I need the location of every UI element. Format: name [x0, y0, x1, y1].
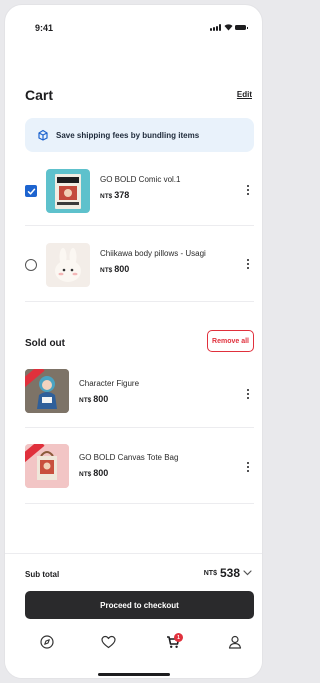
- figure-thumbnail[interactable]: [25, 369, 69, 413]
- divider: [25, 225, 254, 226]
- item-price: NT$ 800: [100, 264, 129, 274]
- divider: [25, 301, 254, 302]
- phone-screen: 9:41 Cart Edit Save shipping fees by bun…: [4, 4, 263, 679]
- item-price: NT$ 800: [79, 394, 108, 404]
- sold-out-title: Sold out: [25, 338, 65, 349]
- subtotal-value: 538: [219, 566, 240, 580]
- page-title: Cart: [25, 87, 54, 103]
- profile-icon: [228, 635, 242, 654]
- price-value: 800: [93, 394, 109, 404]
- item-name: Character Figure: [79, 379, 140, 388]
- banner-text: Save shipping fees by bundling items: [56, 130, 200, 140]
- tab-wishlist[interactable]: [100, 635, 116, 654]
- shipping-banner[interactable]: Save shipping fees by bundling items: [25, 118, 254, 152]
- status-bar: 9:41: [5, 5, 262, 45]
- edit-link[interactable]: Edit: [237, 90, 252, 99]
- item-select-radio[interactable]: [25, 259, 37, 271]
- chevron-down-icon: [243, 570, 252, 576]
- cart-item[interactable]: GO BOLD Comic vol.1 NT$ 378: [25, 165, 254, 221]
- cart-badge: 1: [174, 633, 183, 642]
- currency-label: NT$: [79, 471, 92, 478]
- tab-profile[interactable]: [227, 635, 243, 654]
- currency-label: NT$: [203, 569, 217, 577]
- status-time: 9:41: [35, 23, 54, 33]
- package-icon: [37, 129, 49, 141]
- currency-label: NT$: [79, 397, 92, 404]
- remove-all-button[interactable]: Remove all: [207, 330, 254, 352]
- tab-explore[interactable]: [39, 634, 55, 654]
- more-options-icon[interactable]: [244, 460, 252, 474]
- battery-icon: [235, 25, 248, 30]
- pillow-thumbnail[interactable]: [46, 243, 90, 287]
- item-price: NT$ 800: [79, 468, 108, 478]
- cart-header: Cart Edit: [25, 87, 252, 107]
- more-options-icon[interactable]: [244, 257, 252, 271]
- wifi-icon: [224, 24, 233, 31]
- subtotal-label: Sub total: [25, 570, 60, 579]
- more-options-icon[interactable]: [244, 183, 252, 197]
- signal-icon: [210, 24, 221, 31]
- sold-out-item[interactable]: GO BOLD Canvas Tote Bag NT$ 800: [25, 440, 254, 496]
- tab-bar: 1: [5, 632, 262, 656]
- sold-out-item[interactable]: Character Figure NT$ 800: [25, 365, 254, 421]
- subtotal-toggle[interactable]: NT$ 538: [204, 566, 252, 580]
- item-name: GO BOLD Comic vol.1: [100, 175, 181, 184]
- item-name: Chiikawa body pillows - Usagi: [100, 249, 206, 258]
- compass-icon: [40, 634, 54, 654]
- divider: [25, 503, 254, 504]
- divider: [25, 427, 254, 428]
- more-options-icon[interactable]: [244, 387, 252, 401]
- currency-label: NT$: [100, 267, 113, 274]
- tote-bag-thumbnail[interactable]: [25, 444, 69, 488]
- comic-thumbnail[interactable]: [46, 169, 90, 213]
- item-name: GO BOLD Canvas Tote Bag: [79, 453, 179, 462]
- home-indicator: [98, 673, 170, 676]
- cart-item[interactable]: Chiikawa body pillows - Usagi NT$ 800: [25, 239, 254, 295]
- price-value: 800: [114, 264, 130, 274]
- price-value: 800: [93, 468, 109, 478]
- tab-cart[interactable]: 1: [165, 633, 183, 652]
- currency-label: NT$: [100, 193, 113, 200]
- price-value: 378: [114, 190, 130, 200]
- checkout-panel: Sub total NT$ 538 Proceed to checkout 1: [5, 553, 262, 678]
- item-checkbox-checked[interactable]: [25, 185, 37, 197]
- heart-icon: [100, 635, 116, 654]
- status-icons: [210, 24, 248, 31]
- checkout-button[interactable]: Proceed to checkout: [25, 591, 254, 619]
- item-price: NT$ 378: [100, 190, 129, 200]
